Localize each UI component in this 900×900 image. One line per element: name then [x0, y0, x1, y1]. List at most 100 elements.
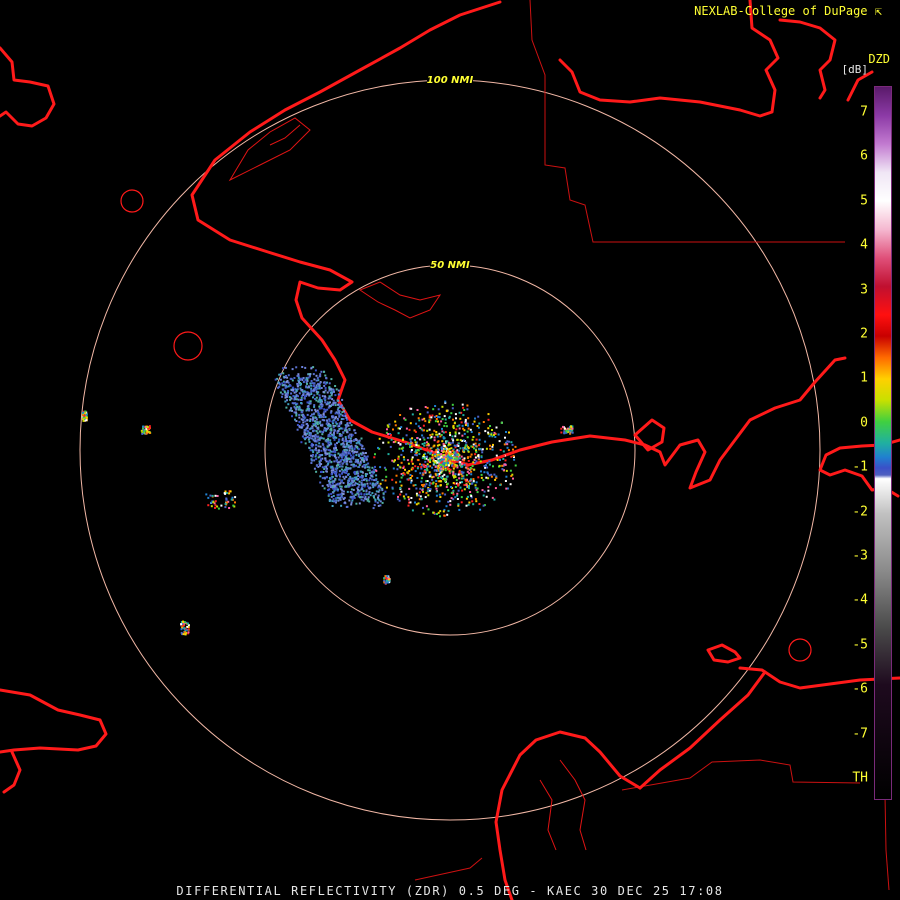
- echo-pixel: [406, 459, 409, 462]
- echo-pixel: [452, 467, 455, 470]
- echo-pixel: [349, 440, 351, 442]
- echo-pixel: [397, 455, 400, 458]
- echo-pixel: [319, 375, 322, 378]
- echo-pixel: [308, 386, 310, 389]
- echo-pixel: [431, 456, 434, 459]
- echo-pixel: [335, 449, 338, 451]
- echo-pixel: [347, 483, 350, 486]
- echo-pixel: [458, 432, 461, 435]
- echo-pixel: [441, 492, 444, 495]
- echo-pixel: [452, 439, 455, 442]
- coastlines: [0, 0, 900, 900]
- echo-pixel: [333, 447, 335, 450]
- echo-pixel: [440, 449, 443, 452]
- echo-pixel: [350, 444, 353, 447]
- echo-pixel: [363, 447, 366, 450]
- echo-pixel: [487, 431, 490, 434]
- echo-pixel: [464, 478, 467, 481]
- echo-pixel: [311, 382, 314, 385]
- echo-pixel: [328, 482, 331, 485]
- echo-pixel: [461, 403, 464, 406]
- echo-pixel: [402, 456, 405, 459]
- echo-pixel: [303, 397, 306, 400]
- echo-pixel: [484, 430, 487, 433]
- echo-pixel: [451, 435, 454, 438]
- echo-pixel: [371, 492, 374, 495]
- echo-pixel: [450, 497, 453, 500]
- echo-pixel: [482, 479, 485, 482]
- radar-map[interactable]: 100 NMI 50 NMI: [0, 0, 900, 900]
- echo-pixel: [459, 486, 462, 489]
- echo-pixel: [367, 462, 370, 465]
- echo-pixel: [327, 422, 330, 425]
- echo-pixel: [486, 466, 489, 469]
- echo-pixel: [511, 473, 514, 476]
- echo-pixel: [441, 418, 444, 421]
- echo-pixel: [331, 500, 334, 503]
- echo-pixel: [331, 505, 334, 507]
- echo-pixel: [384, 479, 387, 482]
- echo-pixel: [363, 483, 366, 486]
- echo-pixel: [434, 485, 437, 488]
- external-link-icon[interactable]: ⇱: [875, 4, 882, 18]
- echo-pixel: [308, 436, 311, 439]
- echo-pixel: [407, 496, 410, 499]
- echo-pixel: [467, 417, 470, 420]
- echo-pixel: [494, 436, 497, 438]
- echo-pixel: [330, 473, 333, 476]
- echo-pixel: [290, 392, 293, 395]
- echo-pixel: [207, 496, 210, 499]
- echo-pixel: [284, 366, 287, 369]
- echo-pixel: [182, 620, 185, 623]
- echo-pixel: [448, 415, 451, 418]
- echo-pixel: [478, 503, 481, 505]
- echo-pixel: [465, 441, 468, 444]
- echo-pixel: [85, 419, 88, 422]
- echo-pixel: [386, 575, 389, 578]
- echo-pixel: [419, 487, 422, 490]
- echo-pixel: [392, 428, 394, 431]
- echo-pixel: [443, 473, 446, 476]
- echo-pixel: [369, 482, 372, 485]
- echo-pixel: [424, 406, 427, 408]
- echo-pixel: [279, 391, 282, 394]
- echo-pixel: [296, 374, 299, 377]
- echo-pixel: [431, 454, 434, 456]
- echo-pixel: [371, 470, 374, 473]
- echo-pixel: [320, 463, 323, 466]
- echo-pixel: [437, 440, 440, 443]
- echo-pixel: [326, 452, 329, 455]
- echo-pixel: [419, 413, 422, 416]
- echo-pixel: [336, 488, 339, 491]
- echo-pixel: [323, 427, 326, 430]
- echo-pixel: [341, 411, 344, 414]
- echo-pixel: [337, 389, 340, 392]
- echo-pixel: [334, 445, 337, 448]
- echo-pixel: [447, 500, 450, 503]
- echo-pixel: [372, 507, 375, 510]
- echo-pixel: [454, 431, 457, 434]
- echo-pixel: [446, 440, 449, 443]
- echo-pixel: [514, 464, 517, 467]
- echo-pixel: [323, 468, 326, 470]
- echo-pixel: [357, 453, 360, 456]
- echo-pixel: [310, 391, 313, 394]
- echo-pixel: [415, 444, 418, 447]
- echo-pixel: [279, 378, 282, 381]
- echo-pixel: [421, 443, 424, 445]
- echo-pixel: [347, 444, 350, 447]
- echo-pixel: [457, 483, 460, 486]
- echo-pixel: [419, 463, 421, 466]
- echo-pixel: [362, 479, 365, 481]
- echo-pixel: [497, 433, 500, 436]
- echo-pixel: [345, 425, 348, 427]
- echo-pixel: [343, 449, 346, 452]
- echo-pixel: [385, 486, 388, 489]
- echo-pixel: [344, 438, 347, 441]
- echo-pixel: [324, 395, 326, 398]
- echo-pixel: [412, 484, 415, 487]
- echo-pixel: [295, 408, 298, 411]
- echo-pixel: [491, 429, 493, 431]
- echo-pixel: [340, 468, 343, 471]
- echo-pixel: [565, 430, 568, 433]
